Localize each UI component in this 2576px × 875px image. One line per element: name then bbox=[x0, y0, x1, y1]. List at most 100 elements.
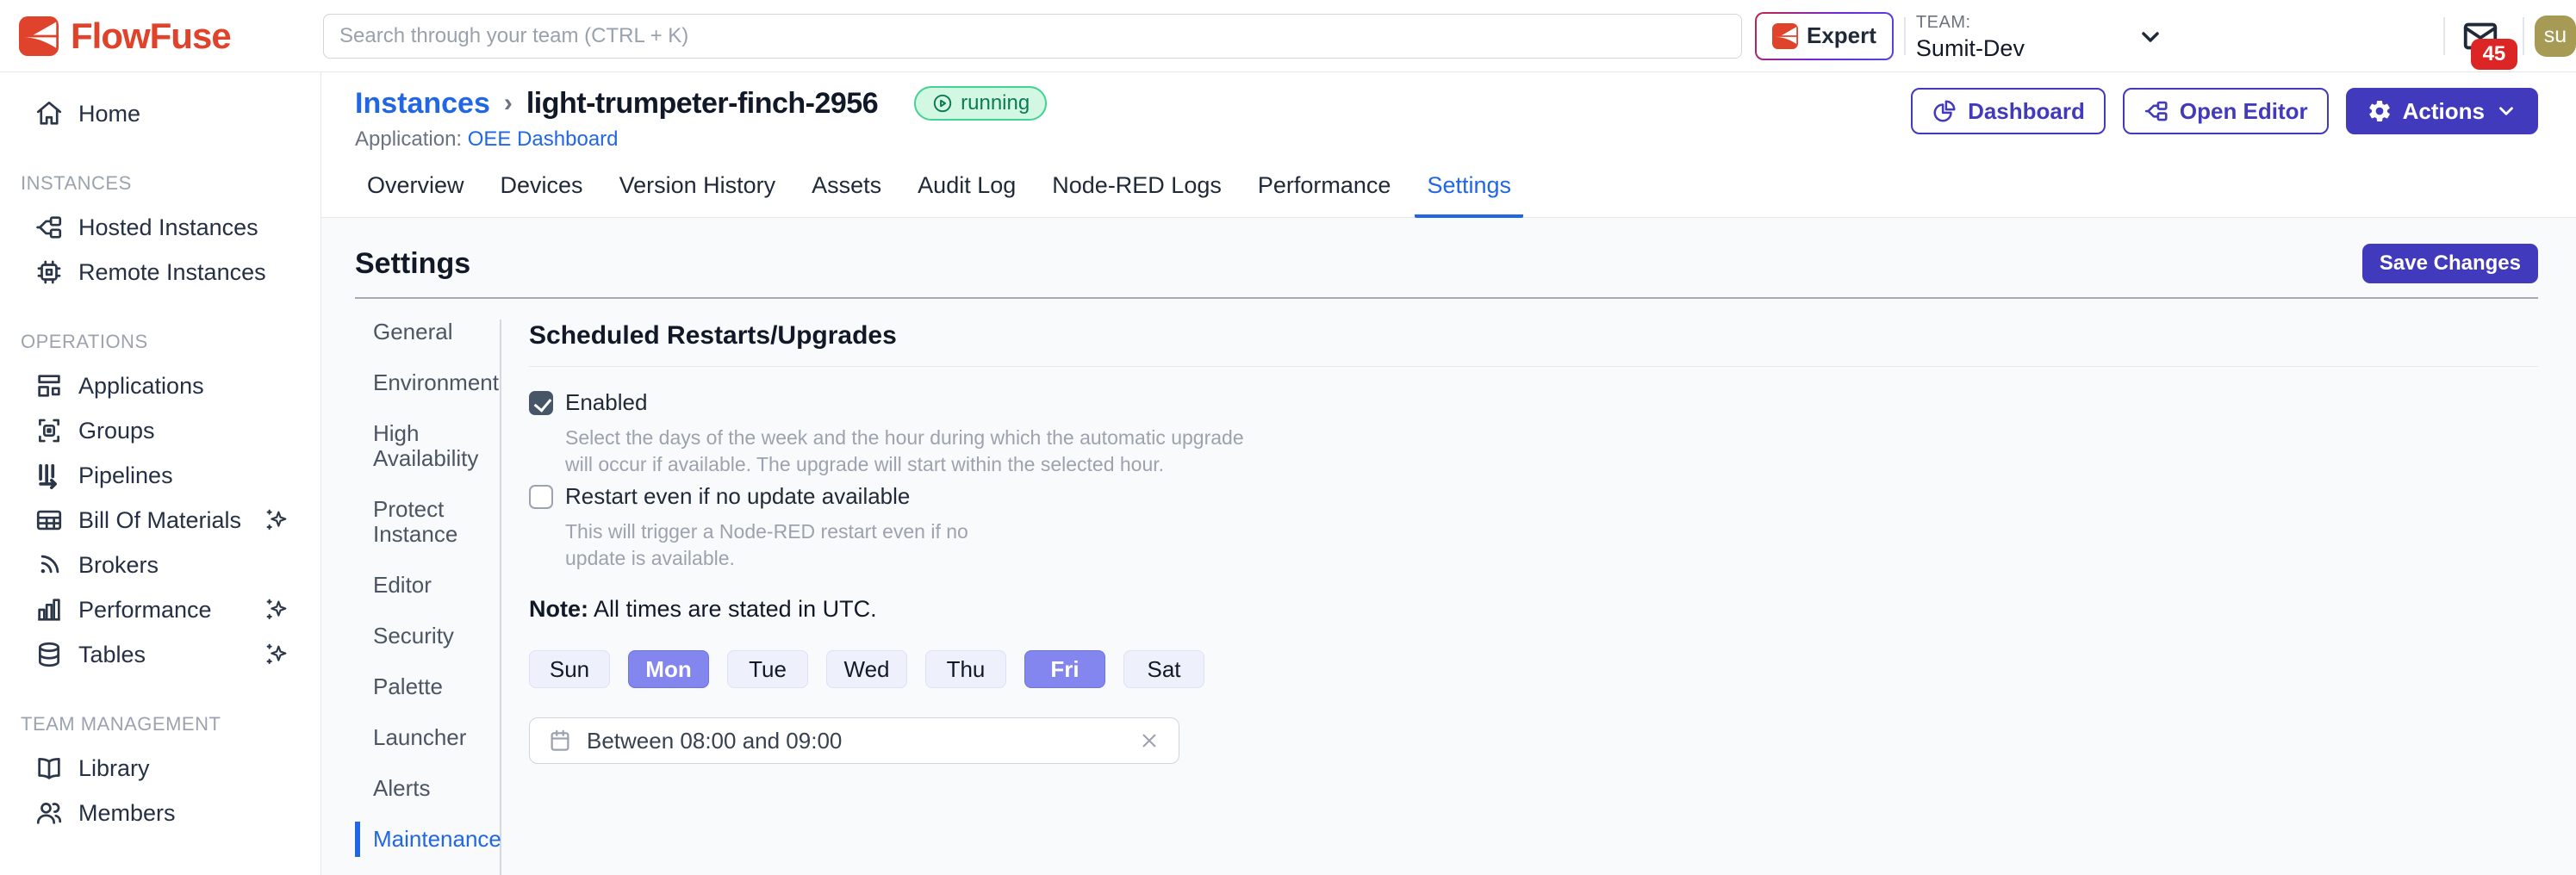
settings-nav-palette[interactable]: Palette bbox=[355, 674, 500, 699]
sidebar-item-brokers[interactable]: Brokers bbox=[0, 543, 320, 587]
day-button-sat[interactable]: Sat bbox=[1123, 650, 1204, 688]
premium-sparkle-icon bbox=[264, 596, 291, 624]
tab-settings[interactable]: Settings bbox=[1415, 172, 1523, 218]
search-input[interactable] bbox=[323, 14, 1742, 59]
sidebar-item-label: Tables bbox=[78, 642, 146, 668]
settings-nav-alerts[interactable]: Alerts bbox=[355, 776, 500, 801]
sidebar-item-label: Bill Of Materials bbox=[78, 507, 241, 534]
breadcrumb: Instances › light-trumpeter-finch-2956 r… bbox=[355, 86, 1047, 121]
team-name: Sumit-Dev bbox=[1916, 35, 2025, 62]
tab-assets[interactable]: Assets bbox=[800, 172, 893, 218]
tab-performance[interactable]: Performance bbox=[1246, 172, 1403, 218]
settings-nav: General Environment High Availability Pr… bbox=[355, 320, 501, 875]
open-editor-button-label: Open Editor bbox=[2180, 98, 2308, 125]
broadcast-icon bbox=[34, 550, 64, 580]
applications-icon bbox=[34, 371, 64, 400]
breadcrumb-separator: › bbox=[504, 89, 513, 118]
clear-time-icon[interactable] bbox=[1137, 729, 1161, 753]
dashboard-button[interactable]: Dashboard bbox=[1911, 88, 2106, 134]
day-button-sun[interactable]: Sun bbox=[529, 650, 610, 688]
actions-button-label: Actions bbox=[2403, 98, 2485, 125]
sidebar: Home INSTANCES Hosted Instances Remote I… bbox=[0, 72, 321, 875]
instance-title-block: Instances › light-trumpeter-finch-2956 r… bbox=[355, 86, 1047, 152]
enabled-checkbox[interactable] bbox=[529, 391, 553, 415]
sidebar-item-label: Pipelines bbox=[78, 462, 173, 489]
team-selector[interactable]: TEAM: Sumit-Dev bbox=[1916, 9, 2433, 62]
sidebar-item-label: Groups bbox=[78, 418, 155, 444]
database-icon bbox=[34, 640, 64, 669]
sidebar-item-label: Remote Instances bbox=[78, 259, 266, 286]
status-badge: running bbox=[914, 86, 1047, 121]
flowfuse-logo[interactable]: FlowFuse bbox=[19, 16, 323, 57]
gear-icon bbox=[2367, 98, 2392, 124]
actions-button[interactable]: Actions bbox=[2346, 88, 2538, 134]
save-changes-button[interactable]: Save Changes bbox=[2362, 244, 2538, 283]
instance-actions: Dashboard Open Editor Actions bbox=[1911, 86, 2538, 134]
divider bbox=[355, 297, 2538, 299]
premium-sparkle-icon bbox=[264, 641, 291, 668]
settings-nav-protect-instance[interactable]: Protect Instance bbox=[355, 497, 500, 547]
tab-node-red-logs[interactable]: Node-RED Logs bbox=[1040, 172, 1234, 218]
sidebar-item-groups[interactable]: Groups bbox=[0, 408, 320, 453]
sidebar-item-hosted-instances[interactable]: Hosted Instances bbox=[0, 205, 320, 250]
settings-nav-launcher[interactable]: Launcher bbox=[355, 725, 500, 750]
restart-label[interactable]: Restart even if no update available bbox=[565, 483, 910, 510]
settings-content: Settings Save Changes General Environmen… bbox=[321, 218, 2576, 875]
chevron-down-icon bbox=[2495, 100, 2517, 122]
expert-button[interactable]: Expert bbox=[1755, 12, 1894, 60]
sidebar-item-home[interactable]: Home bbox=[0, 91, 320, 136]
sidebar-item-label: Library bbox=[78, 755, 150, 782]
divider bbox=[529, 366, 2538, 367]
sidebar-item-performance[interactable]: Performance bbox=[0, 587, 320, 632]
top-bar: FlowFuse Expert TEAM: Sumit-Dev 45 su bbox=[0, 0, 2576, 72]
day-button-fri[interactable]: Fri bbox=[1024, 650, 1105, 688]
settings-nav-high-availability[interactable]: High Availability bbox=[355, 421, 500, 471]
open-editor-button[interactable]: Open Editor bbox=[2123, 88, 2329, 134]
sidebar-item-tables[interactable]: Tables bbox=[0, 632, 320, 677]
sidebar-item-label: Home bbox=[78, 101, 140, 127]
users-icon bbox=[34, 798, 64, 828]
enabled-label[interactable]: Enabled bbox=[565, 389, 647, 416]
notifications-button[interactable]: 45 bbox=[2455, 6, 2512, 66]
day-button-wed[interactable]: Wed bbox=[826, 650, 907, 688]
application-link[interactable]: OEE Dashboard bbox=[468, 127, 619, 151]
flowfuse-app: FlowFuse Expert TEAM: Sumit-Dev 45 su bbox=[0, 0, 2576, 875]
sidebar-item-pipelines[interactable]: Pipelines bbox=[0, 453, 320, 498]
tab-overview[interactable]: Overview bbox=[355, 172, 476, 218]
settings-nav-general[interactable]: General bbox=[355, 320, 500, 344]
sidebar-item-applications[interactable]: Applications bbox=[0, 363, 320, 408]
instance-header: Instances › light-trumpeter-finch-2956 r… bbox=[321, 72, 2576, 218]
calendar-icon bbox=[547, 728, 573, 754]
divider bbox=[1904, 17, 1906, 55]
sidebar-item-label: Performance bbox=[78, 597, 212, 624]
sidebar-item-label: Brokers bbox=[78, 552, 159, 579]
settings-nav-editor[interactable]: Editor bbox=[355, 573, 500, 598]
time-window-value: Between 08:00 and 09:00 bbox=[587, 728, 842, 754]
flowfuse-logo-icon bbox=[19, 16, 59, 56]
day-button-tue[interactable]: Tue bbox=[727, 650, 808, 688]
avatar[interactable]: su bbox=[2535, 16, 2576, 57]
expert-flowfuse-icon bbox=[1772, 23, 1798, 49]
instance-tabs: Overview Devices Version History Assets … bbox=[355, 172, 2538, 217]
team-label: TEAM: bbox=[1916, 13, 2025, 33]
sidebar-section-team-admin: TEAM ADMIN bbox=[0, 872, 320, 875]
settings-nav-maintenance[interactable]: Maintenance bbox=[355, 827, 500, 852]
enabled-description: Select the days of the week and the hour… bbox=[565, 425, 2538, 478]
tab-version-history[interactable]: Version History bbox=[607, 172, 788, 218]
tab-devices[interactable]: Devices bbox=[488, 172, 595, 218]
sidebar-item-remote-instances[interactable]: Remote Instances bbox=[0, 250, 320, 295]
dashboard-button-label: Dashboard bbox=[1968, 98, 2085, 125]
sidebar-item-library[interactable]: Library bbox=[0, 746, 320, 791]
expert-label: Expert bbox=[1807, 22, 1876, 49]
day-button-mon[interactable]: Mon bbox=[628, 650, 709, 688]
breadcrumb-instances-link[interactable]: Instances bbox=[355, 87, 490, 121]
tab-audit-log[interactable]: Audit Log bbox=[905, 172, 1028, 218]
day-button-thu[interactable]: Thu bbox=[925, 650, 1006, 688]
restart-checkbox[interactable] bbox=[529, 485, 553, 509]
settings-nav-environment[interactable]: Environment bbox=[355, 370, 500, 395]
utc-note: Note: All times are stated in UTC. bbox=[529, 596, 2538, 623]
time-window-input[interactable]: Between 08:00 and 09:00 bbox=[529, 717, 1179, 764]
sidebar-item-members[interactable]: Members bbox=[0, 791, 320, 835]
settings-nav-security[interactable]: Security bbox=[355, 624, 500, 648]
sidebar-item-bill-of-materials[interactable]: Bill Of Materials bbox=[0, 498, 320, 543]
